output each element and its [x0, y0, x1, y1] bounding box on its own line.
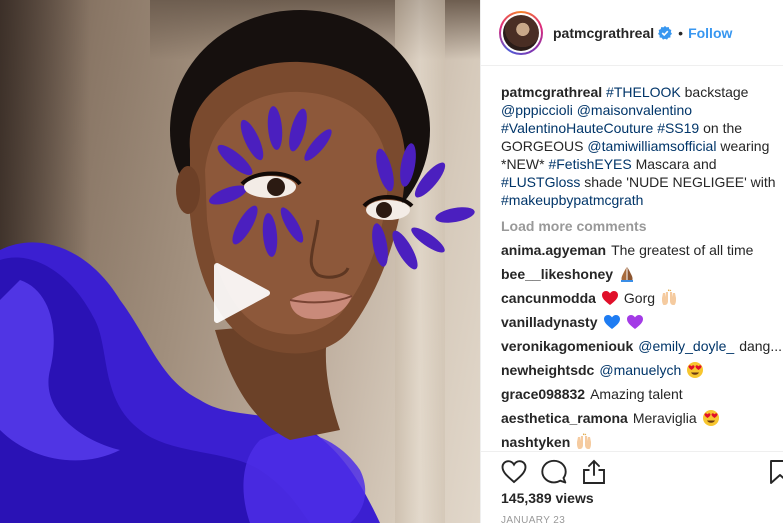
caption-hashtag-link[interactable]: @maisonvalentino — [577, 102, 692, 118]
comment-text: The greatest of all time — [611, 242, 754, 258]
comments-list: patmcgrathreal #THELOOK backstage @pppic… — [501, 83, 783, 453]
comment-username[interactable]: grace098832 — [501, 385, 585, 403]
caption-hashtag-link[interactable]: #makeupbypatmcgrath — [501, 192, 643, 208]
red-heart-icon — [601, 289, 619, 307]
purple-heart-icon — [626, 313, 644, 331]
caption-text: shade 'NUDE NEGLIGEE' with — [580, 174, 776, 190]
post-side-panel: patmcgrathreal • Follow patmcgrathreal #… — [480, 0, 783, 523]
caption-hashtag-link[interactable]: @pppiccioli — [501, 102, 573, 118]
caption-hashtag-link[interactable]: #FetishEYES — [548, 156, 631, 172]
play-button[interactable] — [207, 260, 273, 326]
blue-heart-icon — [603, 313, 621, 331]
folded-hands-icon — [618, 265, 636, 283]
comment-text: dang... — [739, 338, 783, 354]
comment-row: grace098832 Amazing talent — [501, 385, 783, 403]
post-caption: patmcgrathreal #THELOOK backstage @pppic… — [501, 83, 781, 209]
bookmark-icon — [770, 460, 783, 484]
comment-row: veronikagomeniouk @emily_doyle_ dang... — [501, 337, 783, 355]
caption-hashtag-link[interactable]: #THELOOK — [606, 84, 681, 100]
comment-username[interactable]: veronikagomeniouk — [501, 337, 633, 355]
heart-eyes-icon — [702, 409, 720, 427]
comment-row: newheightsdc @manuelych — [501, 361, 783, 379]
comment-username[interactable]: newheightsdc — [501, 361, 594, 379]
caption-hashtag-link[interactable]: #ValentinoHauteCouture — [501, 120, 653, 136]
post-date[interactable]: JANUARY 23 — [501, 515, 565, 523]
caption-hashtag-link[interactable]: @tamiwilliamsofficial — [587, 138, 716, 154]
save-button[interactable] — [767, 459, 783, 485]
caption-username[interactable]: patmcgrathreal — [501, 84, 602, 100]
comment-row: vanilladynasty — [501, 313, 783, 331]
caption-hashtag-link[interactable]: #LUSTGloss — [501, 174, 580, 190]
view-count[interactable]: 145,389 views — [501, 490, 594, 506]
avatar-frame — [501, 12, 541, 53]
caption-text: Mascara and — [631, 156, 717, 172]
caption-text: backstage — [680, 84, 749, 100]
comment-username[interactable]: nashtyken — [501, 433, 570, 451]
comment-text: Gorg — [623, 290, 656, 306]
comment-mention-link[interactable]: @manuelych — [599, 361, 681, 379]
comment-row: aesthetica_ramona Meraviglia — [501, 409, 783, 427]
comment-row: nashtyken — [501, 433, 783, 451]
comment-row: bee__likeshoney — [501, 265, 783, 283]
post-video[interactable] — [0, 0, 480, 523]
share-icon — [583, 459, 605, 484]
comment-username[interactable]: aesthetica_ramona — [501, 409, 628, 427]
comment-username[interactable]: anima.agyeman — [501, 241, 606, 259]
comment-username[interactable]: bee__likeshoney — [501, 265, 613, 283]
caption-hashtag-link[interactable]: #SS19 — [657, 120, 699, 136]
avatar[interactable] — [499, 10, 543, 55]
avatar-image — [503, 14, 539, 51]
comment-row: anima.agyeman The greatest of all time — [501, 241, 783, 259]
comment-row: cancunmodda Gorg — [501, 289, 783, 307]
comment-username[interactable]: vanilladynasty — [501, 313, 598, 331]
comment-button[interactable] — [541, 459, 567, 485]
raised-hands-icon — [660, 289, 678, 307]
header-separator: • — [678, 24, 684, 41]
load-more-comments-button[interactable]: Load more comments — [501, 217, 783, 235]
play-icon — [214, 263, 270, 323]
comment-username[interactable]: cancunmodda — [501, 289, 596, 307]
share-button[interactable] — [581, 459, 607, 485]
verified-badge-icon — [658, 25, 673, 40]
comment-text: Meraviglia — [632, 410, 697, 426]
raised-hands-icon — [575, 433, 593, 451]
follow-button[interactable]: Follow — [688, 25, 732, 41]
like-button[interactable] — [501, 459, 527, 485]
speech-bubble-icon — [541, 459, 567, 484]
comment-mention-link[interactable]: @emily_doyle_ — [638, 337, 734, 355]
heart-outline-icon — [501, 460, 527, 484]
header-username[interactable]: patmcgrathreal — [553, 25, 654, 41]
comment-text: Amazing talent — [590, 386, 683, 402]
post-header: patmcgrathreal • Follow — [481, 0, 783, 66]
heart-eyes-icon — [686, 361, 704, 379]
action-bar — [481, 451, 783, 491]
